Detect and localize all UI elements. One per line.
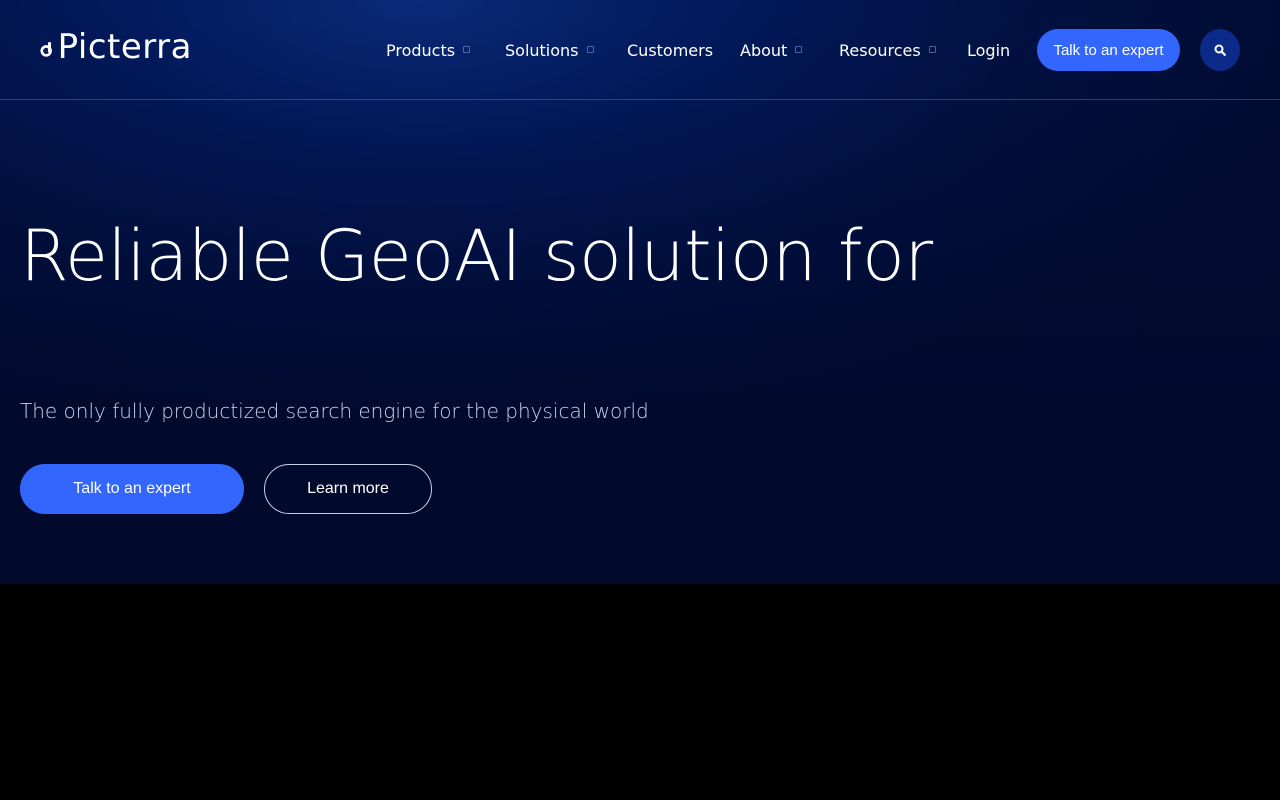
nav-item-resources[interactable]: Resources <box>839 30 936 70</box>
nav-item-label: Resources <box>839 40 921 60</box>
hero-talk-to-expert-button[interactable]: Talk to an expert <box>20 464 244 514</box>
search-button[interactable] <box>1200 29 1240 71</box>
hero-section: Picterra Products Solutions Customers Ab… <box>0 0 1280 584</box>
nav-item-label: Products <box>386 40 456 60</box>
nav-item-solutions[interactable]: Solutions <box>505 30 594 70</box>
nav-item-products[interactable]: Products <box>386 30 471 70</box>
site-header: Picterra Products Solutions Customers Ab… <box>0 0 1280 100</box>
hero-headline: Reliable GeoAI solution for <box>20 215 933 297</box>
talk-to-expert-button[interactable]: Talk to an expert <box>1037 29 1180 71</box>
chevron-down-icon <box>586 45 594 53</box>
nav-item-label: About <box>740 40 788 60</box>
chevron-down-icon <box>463 45 471 53</box>
nav-item-about[interactable]: About <box>740 30 803 70</box>
learn-more-button[interactable]: Learn more <box>264 464 432 514</box>
nav-item-login[interactable]: Login <box>967 30 1010 70</box>
chevron-down-icon <box>928 45 936 53</box>
nav-item-label: Customers <box>627 40 714 60</box>
nav-item-customers[interactable]: Customers <box>627 30 713 70</box>
search-icon <box>1214 44 1226 56</box>
below-fold-section <box>0 584 1280 800</box>
chevron-down-icon <box>795 45 803 53</box>
hero-subheadline: The only fully productized search engine… <box>20 399 649 423</box>
nav-item-label: Login <box>967 40 1011 60</box>
nav-item-label: Solutions <box>505 40 579 60</box>
